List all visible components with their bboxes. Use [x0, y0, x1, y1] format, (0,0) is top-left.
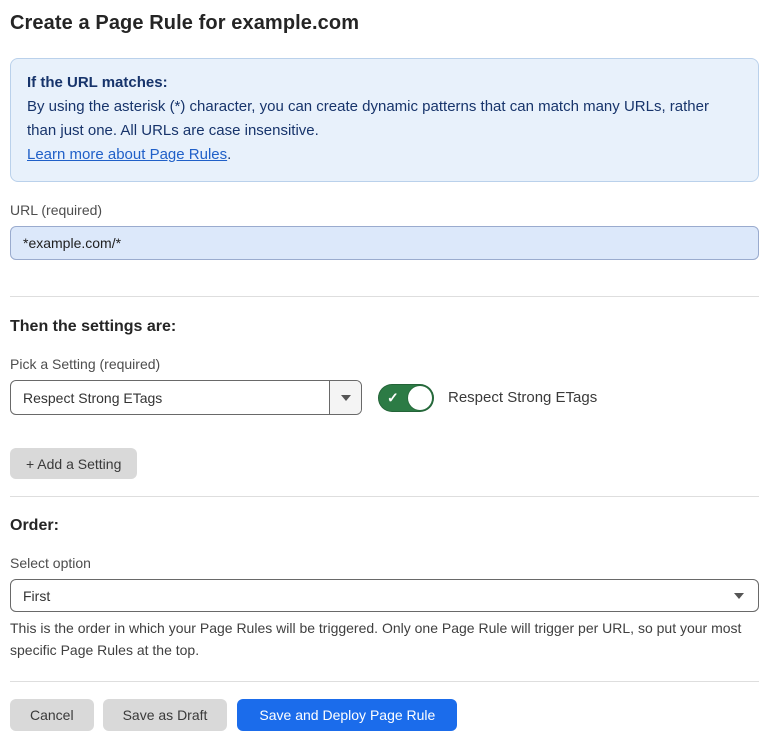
divider [10, 296, 759, 297]
save-as-draft-button[interactable]: Save as Draft [103, 699, 228, 731]
link-suffix-text: . [227, 146, 231, 163]
settings-section-heading: Then the settings are: [10, 318, 759, 336]
order-select[interactable]: First [10, 579, 759, 612]
chevron-down-icon [734, 593, 744, 599]
setting-toggle[interactable]: ✓ [378, 384, 434, 412]
info-box-heading: If the URL matches: [27, 71, 742, 95]
setting-select[interactable]: Respect Strong ETags [10, 380, 362, 415]
cancel-button[interactable]: Cancel [10, 699, 94, 731]
setting-select-arrow-button[interactable] [329, 381, 361, 414]
order-help-text: This is the order in which your Page Rul… [10, 617, 759, 661]
chevron-down-icon [341, 395, 351, 401]
pick-setting-label: Pick a Setting (required) [10, 356, 759, 372]
url-input[interactable] [10, 226, 759, 260]
add-setting-button[interactable]: + Add a Setting [10, 448, 137, 479]
check-icon: ✓ [387, 390, 399, 404]
page-title: Create a Page Rule for example.com [10, 12, 759, 35]
footer-actions: Cancel Save as Draft Save and Deploy Pag… [10, 699, 759, 731]
info-box-link-line: Learn more about Page Rules. [27, 143, 742, 167]
order-select-label: Select option [10, 555, 759, 571]
toggle-knob [408, 386, 432, 410]
divider [10, 681, 759, 682]
create-page-rule-panel: Create a Page Rule for example.com If th… [0, 0, 769, 747]
info-box-body: By using the asterisk (*) character, you… [27, 95, 742, 143]
url-match-info-box: If the URL matches: By using the asteris… [10, 58, 759, 182]
divider [10, 496, 759, 497]
url-field-label: URL (required) [10, 202, 759, 218]
setting-row: Respect Strong ETags ✓ Respect Strong ET… [10, 380, 759, 415]
order-section-heading: Order: [10, 517, 759, 535]
learn-more-link[interactable]: Learn more about Page Rules [27, 146, 227, 163]
order-select-value: First [11, 588, 734, 604]
setting-select-value: Respect Strong ETags [11, 381, 329, 414]
toggle-label: Respect Strong ETags [448, 389, 597, 406]
save-and-deploy-button[interactable]: Save and Deploy Page Rule [237, 699, 457, 731]
order-select-arrow [734, 593, 758, 599]
